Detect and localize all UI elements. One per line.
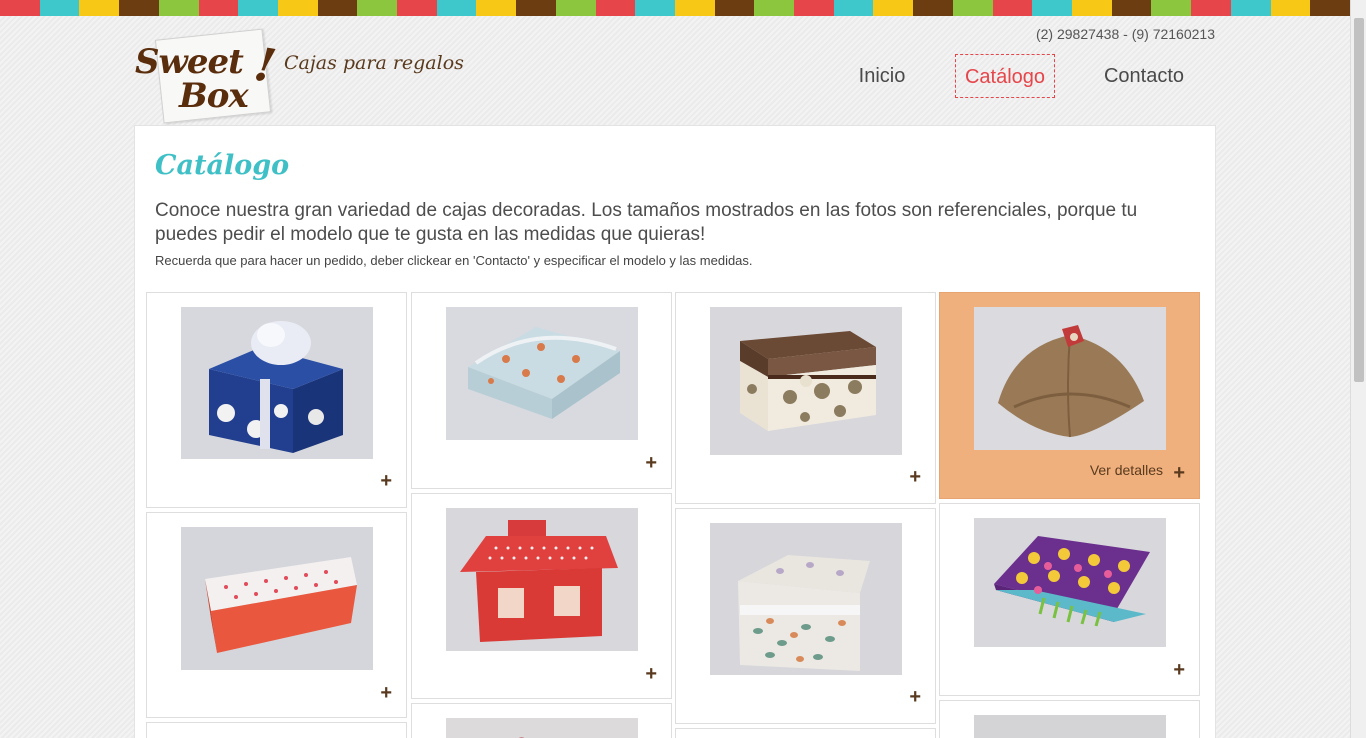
stripe-segment	[714, 0, 755, 16]
product-photo-red-heart-box	[181, 527, 373, 670]
stripe-segment	[1270, 0, 1311, 16]
product-card[interactable]: +	[675, 292, 936, 504]
stripe-segment	[1071, 0, 1112, 16]
stripe-segment	[39, 0, 80, 16]
nav-contacto[interactable]: Contacto	[1098, 54, 1190, 98]
page: Sweet Box ! Cajas para regalos (2) 29827…	[0, 16, 1350, 738]
stripe-segment	[476, 0, 517, 16]
product-photo-partial	[974, 715, 1166, 738]
stripe-segment	[555, 0, 596, 16]
order-note: Recuerda que para hacer un pedido, deber…	[155, 253, 753, 268]
nav-inicio[interactable]: Inicio	[848, 54, 916, 98]
stripe-segment	[79, 0, 120, 16]
page-scrollbar[interactable]	[1350, 0, 1366, 738]
stripe-segment	[198, 0, 239, 16]
expand-plus-icon[interactable]: +	[645, 453, 657, 473]
stripe-segment	[833, 0, 874, 16]
stripe-segment	[595, 0, 636, 16]
product-card[interactable]	[411, 703, 672, 738]
stripe-segment	[635, 0, 675, 16]
product-photo-blue-polka-box	[181, 307, 373, 459]
stripe-segment	[1191, 0, 1231, 16]
view-details-link[interactable]: Ver detalles	[1090, 462, 1163, 478]
stripe-segment	[317, 0, 358, 16]
stripe-segment	[1310, 0, 1350, 16]
stripe-segment	[674, 0, 715, 16]
product-photo-partial	[446, 718, 638, 738]
product-card[interactable]: +	[146, 292, 407, 508]
stripe-segment	[1111, 0, 1152, 16]
scrollbar-thumb[interactable]	[1354, 18, 1364, 382]
stripe-segment	[913, 0, 953, 16]
site-tagline: Cajas para regalos	[284, 52, 464, 74]
stripe-segment	[794, 0, 834, 16]
product-card-active[interactable]: Ver detalles +	[939, 292, 1200, 499]
product-card[interactable]: +	[939, 503, 1200, 696]
catalog-panel: Catálogo Conoce nuestra gran variedad de…	[134, 125, 1216, 738]
stripe-segment	[1230, 0, 1271, 16]
stripe-segment	[754, 0, 795, 16]
product-photo-blue-floral-box	[446, 307, 638, 440]
product-card[interactable]: +	[675, 508, 936, 724]
expand-plus-icon[interactable]: +	[909, 687, 921, 707]
product-card[interactable]: +	[146, 512, 407, 718]
page-title: Catálogo	[155, 150, 290, 181]
stripe-segment	[873, 0, 914, 16]
product-photo-purple-circles-box	[974, 518, 1166, 647]
top-color-stripe	[0, 0, 1350, 16]
stripe-segment	[516, 0, 556, 16]
product-card[interactable]	[146, 722, 407, 738]
stripe-segment	[119, 0, 159, 16]
stripe-segment	[238, 0, 278, 16]
expand-plus-icon[interactable]: +	[1173, 660, 1185, 680]
product-card[interactable]	[939, 700, 1200, 738]
product-card[interactable]: +	[411, 493, 672, 699]
expand-plus-icon[interactable]: +	[909, 467, 921, 487]
contact-phone: (2) 29827438 - (9) 72160213	[1035, 26, 1215, 42]
stripe-segment	[436, 0, 477, 16]
expand-plus-icon[interactable]: +	[645, 664, 657, 684]
product-photo-leaf-pattern-box	[710, 523, 902, 675]
site-logo[interactable]: Sweet Box !	[133, 28, 280, 124]
stripe-segment	[357, 0, 398, 16]
catalog-intro: Conoce nuestra gran variedad de cajas de…	[155, 200, 1138, 245]
logo-word-box: Box	[179, 76, 249, 116]
stripe-segment	[277, 0, 318, 16]
product-card[interactable]: +	[411, 292, 672, 489]
stripe-segment	[397, 0, 437, 16]
product-photo-brown-damask-box	[710, 307, 902, 455]
product-photo-red-house-box	[446, 508, 638, 651]
product-photo-kraft-pillow-box	[974, 307, 1166, 450]
stripe-segment	[992, 0, 1033, 16]
stripe-segment	[1151, 0, 1192, 16]
stripe-segment	[158, 0, 199, 16]
nav-catalogo[interactable]: Catálogo	[955, 54, 1055, 98]
expand-plus-icon[interactable]: +	[1173, 463, 1185, 483]
expand-plus-icon[interactable]: +	[380, 683, 392, 703]
product-card[interactable]	[675, 728, 936, 738]
stripe-segment	[952, 0, 993, 16]
stripe-segment	[1032, 0, 1072, 16]
stripe-segment	[0, 0, 40, 16]
expand-plus-icon[interactable]: +	[380, 471, 392, 491]
